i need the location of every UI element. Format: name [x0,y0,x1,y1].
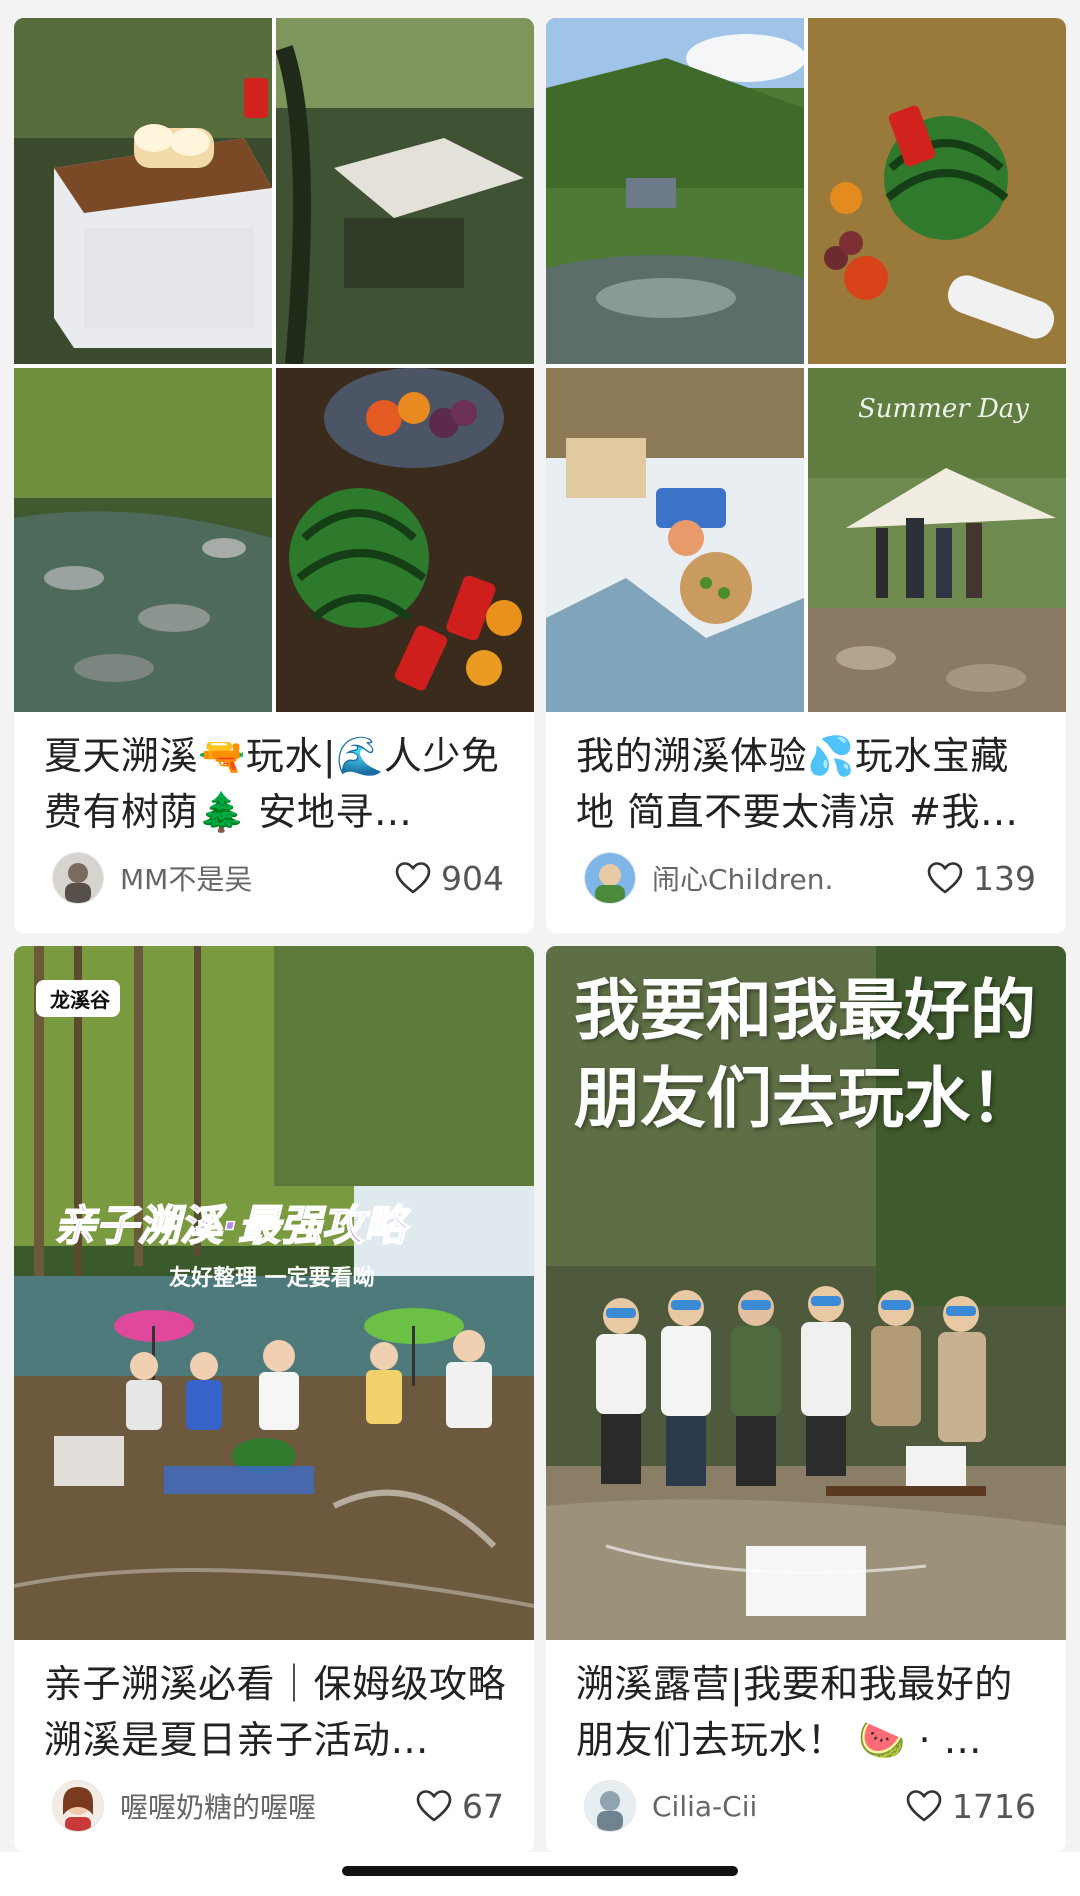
author-avatar[interactable] [52,852,104,904]
location-badge: 龙溪谷 [36,980,120,1017]
note-title[interactable]: 亲子溯溪必看｜保姆级攻略 溯溪是夏日亲子活动… [44,1656,512,1768]
author-name[interactable]: 闹心Children. [652,858,927,898]
cover-subline: 友好整理 一定要看呦 [169,1266,375,1291]
note-meta: 喔喔奶糖的喔喔 67 [52,1778,504,1834]
note-title[interactable]: 我的溯溪体验💦玩水宝藏地 简直不要太清凉 #我… [576,728,1044,840]
cover-image[interactable] [14,18,534,712]
location-badge-label: 龙溪谷 [50,988,110,1012]
note-feed: 夏天溯溪🔫玩水|🌊人少免费有树荫🌲 安地寻… MM不是吴 904 Summer … [0,0,1080,1896]
heart-outline-icon [927,862,963,894]
collage-photo [546,18,1066,712]
cover-photo [14,946,534,1640]
note-title[interactable]: 溯溪露营|我要和我最好的朋友们去玩水！ 🍉 · … [576,1656,1044,1768]
author-name[interactable]: 喔喔奶糖的喔喔 [120,1786,416,1826]
cover-headline-handwritten: 我要和我最好的朋友们去玩水！ [574,966,1044,1142]
avatar-photo-icon [585,1781,635,1831]
cover-overlay-text: Summer Day [858,394,1029,424]
heart-outline-icon [416,1790,452,1822]
author-avatar[interactable] [584,1780,636,1832]
like-button[interactable]: 67 [416,1787,504,1826]
note-card[interactable]: 龙溪谷 亲子溯溪·最强攻略 友好整理 一定要看呦 亲子溯溪必看｜保姆级攻略 溯溪… [14,946,534,1852]
note-card[interactable]: 夏天溯溪🔫玩水|🌊人少免费有树荫🌲 安地寻… MM不是吴 904 [14,18,534,933]
author-name[interactable]: Cilia-Cii [652,1790,906,1823]
like-count: 1716 [952,1786,1036,1826]
like-count: 904 [441,858,504,898]
avatar-photo-icon [53,853,103,903]
author-name[interactable]: MM不是吴 [120,858,395,898]
note-card[interactable]: Summer Day 我的溯溪体验💦玩水宝藏地 简直不要太清凉 #我… 闹心Ch… [546,18,1066,933]
cover-headline: 亲子溯溪·最强攻略 [53,1200,406,1251]
note-meta: Cilia-Cii 1716 [584,1778,1036,1834]
note-meta: 闹心Children. 139 [584,850,1036,906]
cover-image[interactable]: 我要和我最好的朋友们去玩水！ [546,946,1066,1640]
note-title[interactable]: 夏天溯溪🔫玩水|🌊人少免费有树荫🌲 安地寻… [44,728,512,840]
cover-headline: 我要和我最好的朋友们去玩水！ [574,971,1036,1137]
like-button[interactable]: 1716 [906,1787,1036,1826]
author-avatar[interactable] [584,852,636,904]
like-count: 139 [973,858,1036,898]
cover-image[interactable]: Summer Day [546,18,1066,712]
collage-photo [14,18,534,712]
like-button[interactable]: 139 [927,859,1036,898]
heart-outline-icon [906,1790,942,1822]
heart-outline-icon [395,862,431,894]
note-card[interactable]: 我要和我最好的朋友们去玩水！ 溯溪露营|我要和我最好的朋友们去玩水！ 🍉 · …… [546,946,1066,1852]
cover-image[interactable]: 龙溪谷 亲子溯溪·最强攻略 友好整理 一定要看呦 [14,946,534,1640]
author-avatar[interactable] [52,1780,104,1832]
note-meta: MM不是吴 904 [52,850,504,906]
like-count: 67 [462,1786,504,1826]
avatar-photo-icon [585,853,635,903]
avatar-photo-icon [53,1781,103,1831]
home-indicator-bar[interactable] [342,1866,738,1876]
like-button[interactable]: 904 [395,859,504,898]
